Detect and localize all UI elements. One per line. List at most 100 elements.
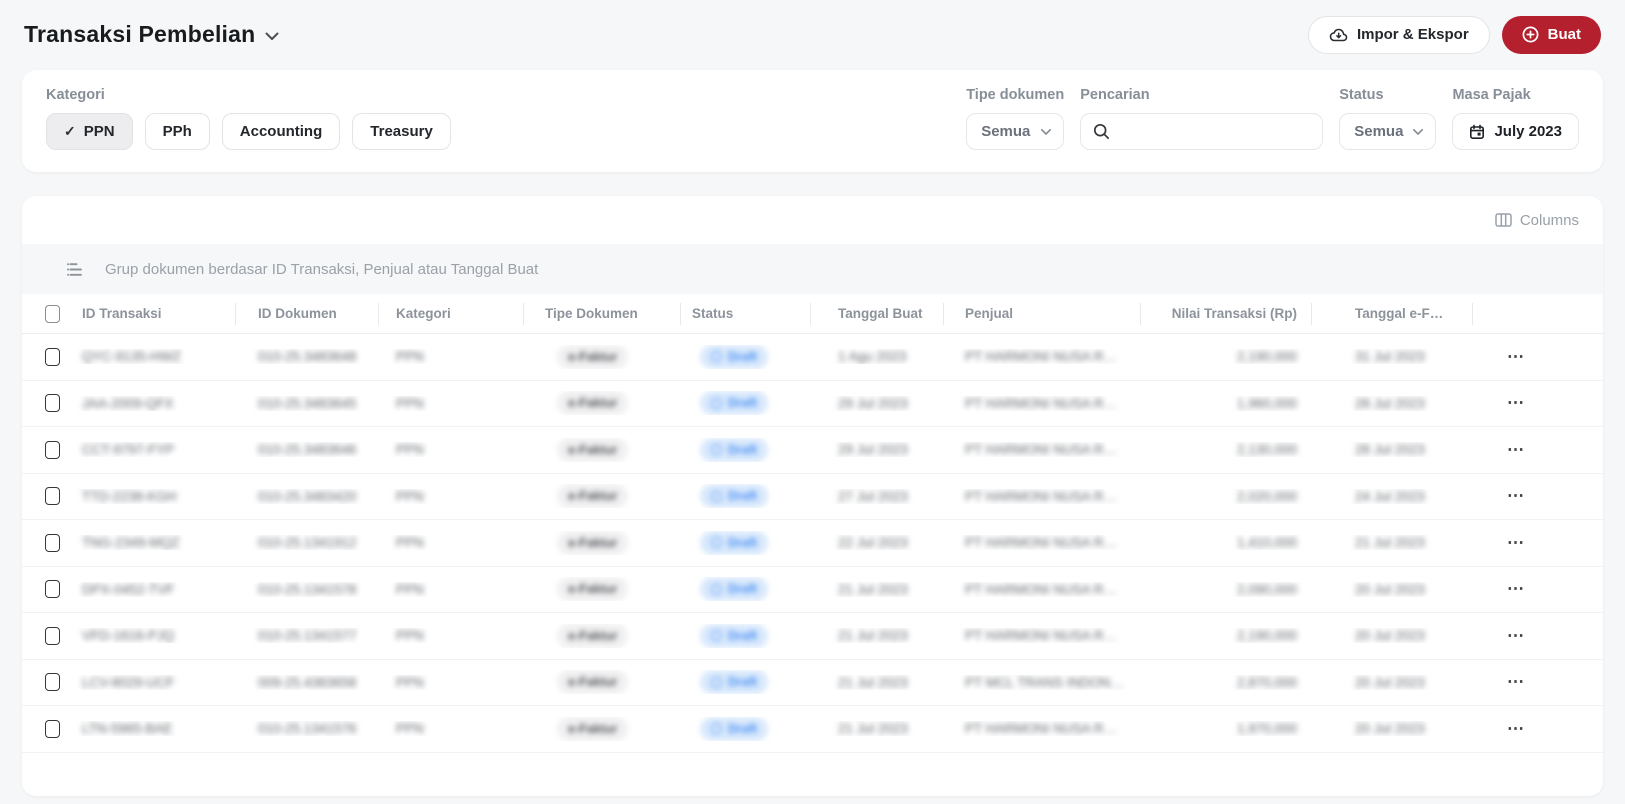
cell-id-dokumen: 010-25.1341576	[258, 721, 357, 737]
cell-kategori: PPN	[396, 488, 424, 504]
column-header[interactable]: Status	[680, 294, 810, 333]
column-header[interactable]: ID Dokumen	[235, 294, 378, 333]
cell-id-dokumen: 010-25.1341577	[258, 628, 357, 644]
cell-tanggal-buat: 21 Jul 2023	[838, 581, 908, 597]
row-checkbox[interactable]	[45, 394, 60, 413]
cell-penjual: PT HARMONI NUSA R…	[965, 488, 1118, 504]
caret-down-icon	[1041, 128, 1052, 135]
masa-pajak-label: Masa Pajak	[1452, 87, 1531, 103]
status-select[interactable]: Semua	[1339, 113, 1437, 150]
column-header[interactable]: Tipe Dokumen	[523, 294, 680, 333]
table-row[interactable]: JAA-2009-QFX 010-25.3483645 PPN e-Faktur…	[22, 381, 1603, 427]
group-bar[interactable]: Grup dokumen berdasar ID Transaksi, Penj…	[22, 244, 1603, 294]
search-box	[1080, 113, 1324, 150]
cell-id-transaksi: DPX-0452-TVF	[82, 581, 175, 597]
top-bar: Transaksi Pembelian Impor & Ekspor Buat	[0, 0, 1625, 58]
title-chevron-down-icon[interactable]	[265, 32, 279, 41]
cell-tanggal-buat: 27 Jul 2023	[838, 488, 908, 504]
ellipsis-icon: ⋯	[1507, 579, 1525, 599]
column-header[interactable]: Kategori	[378, 294, 523, 333]
ellipsis-icon: ⋯	[1507, 346, 1525, 366]
select-all-checkbox[interactable]	[45, 304, 60, 323]
row-actions-button[interactable]: ⋯	[1472, 486, 1603, 506]
table-row[interactable]: CCT-9797-FYP 010-25.3483646 PPN e-Faktur…	[22, 427, 1603, 474]
masa-pajak-button[interactable]: July 2023	[1452, 113, 1579, 150]
transactions-table-card: Columns Grup dokumen berdasar ID Transak…	[22, 196, 1603, 796]
cell-penjual: PT HARMONI NUSA R…	[965, 535, 1118, 551]
cell-id-dokumen: 010-25.3483646	[258, 442, 357, 458]
row-actions-button[interactable]: ⋯	[1472, 440, 1603, 460]
tipe-dokumen-label: Tipe dokumen	[966, 87, 1065, 103]
cell-tanggal-efaktur: 21 Jul 2023	[1355, 535, 1425, 551]
import-export-button[interactable]: Impor & Ekspor	[1307, 15, 1490, 54]
table-row[interactable]: TTD-2238-KGH 010-25.3483420 PPN e-Faktur…	[22, 474, 1603, 520]
row-actions-button[interactable]: ⋯	[1472, 719, 1603, 739]
status-badge: Draft	[700, 716, 769, 741]
table-row[interactable]: LCV-8029-UCF 009-25.4383658 PPN e-Faktur…	[22, 660, 1603, 706]
row-actions-button[interactable]: ⋯	[1472, 579, 1603, 599]
table-row[interactable]: TNG-2349-MQZ 010-25.1341912 PPN e-Faktur…	[22, 520, 1603, 567]
table-row[interactable]: LTN-5965-BAE 010-25.1341576 PPN e-Faktur…	[22, 706, 1603, 753]
column-header[interactable]: Penjual	[943, 294, 1140, 333]
row-actions-button[interactable]: ⋯	[1472, 393, 1603, 413]
column-header[interactable]: Tanggal Buat	[810, 294, 943, 333]
cell-tanggal-efaktur: 20 Jul 2023	[1355, 628, 1425, 644]
tipe-dokumen-badge: e-Faktur	[557, 484, 629, 509]
cell-id-dokumen: 010-25.3483648	[258, 349, 357, 365]
kategori-chip-treasury[interactable]: Treasury	[352, 113, 451, 150]
cell-penjual: PT HARMONI NUSA R…	[965, 442, 1118, 458]
tipe-dokumen-badge: e-Faktur	[557, 577, 629, 602]
column-header[interactable]: Nilai Transaksi (Rp)	[1140, 294, 1311, 333]
column-header[interactable]: ID Transaksi	[60, 294, 235, 333]
row-actions-button[interactable]: ⋯	[1472, 672, 1603, 692]
tipe-dokumen-badge: e-Faktur	[557, 530, 629, 555]
row-actions-button[interactable]: ⋯	[1472, 626, 1603, 646]
cell-nilai-transaksi: 2,190,000	[1236, 628, 1297, 644]
status-badge-icon	[711, 723, 722, 735]
row-checkbox[interactable]	[45, 580, 60, 599]
create-button[interactable]: Buat	[1501, 15, 1601, 54]
cell-tanggal-efaktur: 24 Jul 2023	[1355, 488, 1425, 504]
cell-tanggal-efaktur: 28 Jul 2023	[1355, 442, 1425, 458]
column-header[interactable]: Tanggal e-F…	[1311, 294, 1472, 333]
row-checkbox[interactable]	[45, 440, 60, 459]
columns-button[interactable]: Columns	[1495, 212, 1579, 229]
kategori-chip-ppn[interactable]: ✓ PPN	[46, 113, 133, 150]
table-row[interactable]: VFD-1616-PJQ 010-25.1341577 PPN e-Faktur…	[22, 613, 1603, 660]
page-title: Transaksi Pembelian	[24, 21, 256, 47]
cell-penjual: PT HARMONI NUSA R…	[965, 628, 1118, 644]
tipe-dokumen-badge: e-Faktur	[557, 344, 629, 369]
tipe-dokumen-select[interactable]: Semua	[966, 113, 1065, 150]
row-checkbox[interactable]	[45, 626, 60, 645]
cell-tanggal-buat: 21 Jul 2023	[838, 721, 908, 737]
kategori-chip-label: PPN	[83, 123, 115, 140]
tipe-dokumen-badge: e-Faktur	[557, 716, 629, 741]
cell-penjual: PT HARMONI NUSA R…	[965, 395, 1118, 411]
table-row[interactable]: QYC-9135-HWZ 010-25.3483648 PPN e-Faktur…	[22, 334, 1603, 381]
search-icon	[1093, 123, 1110, 140]
table-row[interactable]: DPX-0452-TVF 010-25.1341578 PPN e-Faktur…	[22, 567, 1603, 613]
status-badge: Draft	[700, 484, 769, 509]
caret-down-icon	[1413, 128, 1424, 135]
filter-panel: Kategori ✓ PPN PPh Accounting Treasury Tipe …	[22, 70, 1603, 172]
search-input[interactable]	[1118, 123, 1311, 140]
ellipsis-icon: ⋯	[1507, 672, 1525, 692]
row-checkbox[interactable]	[45, 719, 60, 738]
row-actions-button[interactable]: ⋯	[1472, 347, 1603, 367]
status-badge: Draft	[700, 670, 769, 695]
row-checkbox[interactable]	[45, 347, 60, 366]
status-filter-label: Status	[1339, 87, 1384, 103]
cell-tanggal-buat: 22 Jul 2023	[838, 535, 908, 551]
cell-kategori: PPN	[396, 535, 424, 551]
kategori-chip-label: PPh	[162, 123, 192, 140]
cell-kategori: PPN	[396, 721, 424, 737]
row-checkbox[interactable]	[45, 487, 60, 506]
cell-tanggal-efaktur: 20 Jul 2023	[1355, 674, 1425, 690]
kategori-chip-accounting[interactable]: Accounting	[221, 113, 341, 150]
row-checkbox[interactable]	[45, 673, 60, 692]
columns-button-label: Columns	[1519, 211, 1579, 229]
plus-circle-icon	[1522, 26, 1539, 43]
kategori-chip-pph[interactable]: PPh	[144, 113, 210, 150]
row-checkbox[interactable]	[45, 533, 60, 552]
row-actions-button[interactable]: ⋯	[1472, 533, 1603, 553]
